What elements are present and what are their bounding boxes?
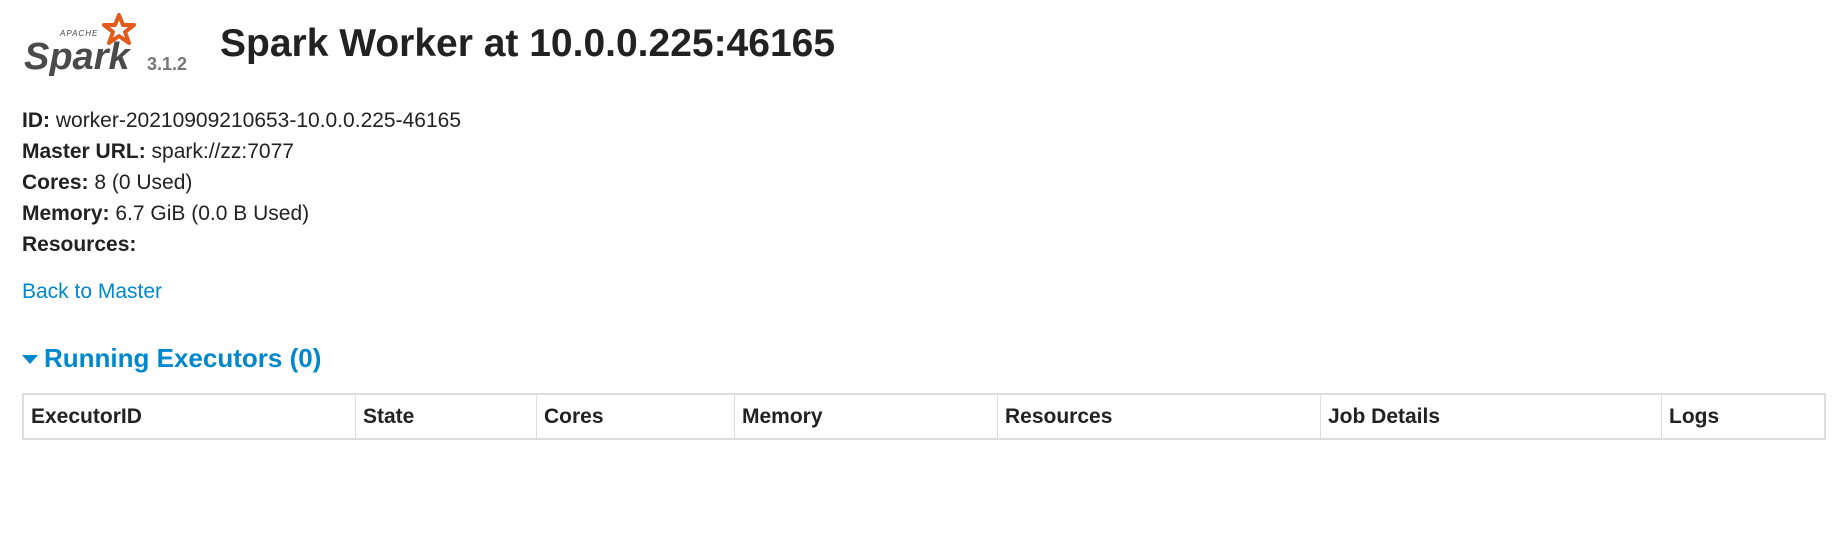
spark-logo[interactable]: APACHE Spark: [22, 12, 142, 76]
version-label: 3.1.2: [147, 54, 188, 74]
column-header-memory[interactable]: Memory: [734, 394, 998, 440]
cores-value: 8 (0 Used): [94, 171, 193, 194]
back-to-master-link[interactable]: Back to Master: [22, 280, 162, 304]
master-url-label: Master URL:: [22, 140, 146, 163]
resources-label: Resources:: [22, 233, 137, 256]
column-header-cores[interactable]: Cores: [536, 394, 735, 440]
column-header-logs[interactable]: Logs: [1661, 394, 1825, 440]
page-header: APACHE Spark 3.1.2 Spark Worker at 10.0.…: [0, 0, 1839, 100]
column-header-job-details[interactable]: Job Details: [1320, 394, 1662, 440]
worker-id-value: worker-20210909210653-10.0.0.225-46165: [55, 109, 461, 132]
worker-info: ID: worker-20210909210653-10.0.0.225-461…: [22, 105, 461, 260]
master-url-value: spark://zz:7077: [151, 140, 294, 163]
svg-text:Spark: Spark: [24, 36, 131, 76]
column-header-resources[interactable]: Resources: [997, 394, 1321, 440]
running-executors-toggle[interactable]: Running Executors (0): [22, 343, 321, 374]
table-header-row: ExecutorID State Cores Memory Resources …: [23, 394, 1825, 440]
master-url-row: Master URL: spark://zz:7077: [22, 136, 461, 167]
running-executors-table: ExecutorID State Cores Memory Resources …: [22, 393, 1826, 440]
cores-row: Cores: 8 (0 Used): [22, 167, 461, 198]
running-executors-title: Running Executors (0): [44, 343, 322, 373]
column-header-executor-id[interactable]: ExecutorID: [23, 394, 356, 440]
resources-row: Resources:: [22, 229, 461, 260]
caret-down-icon: [22, 355, 38, 364]
memory-value: 6.7 GiB (0.0 B Used): [115, 202, 310, 225]
worker-id-row: ID: worker-20210909210653-10.0.0.225-461…: [22, 105, 461, 136]
memory-row: Memory: 6.7 GiB (0.0 B Used): [22, 198, 461, 229]
worker-id-label: ID:: [22, 109, 50, 132]
page-title: Spark Worker at 10.0.0.225:46165: [220, 22, 836, 65]
column-header-state[interactable]: State: [355, 394, 537, 440]
memory-label: Memory:: [22, 202, 110, 225]
cores-label: Cores:: [22, 171, 89, 194]
